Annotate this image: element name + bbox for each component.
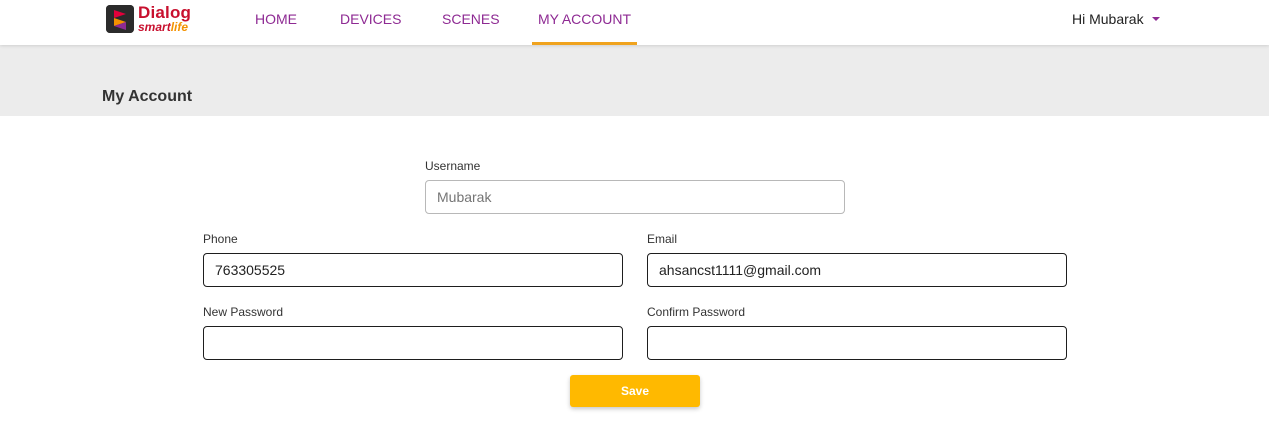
brand-name-bottom: smartlife (138, 21, 188, 34)
confirm-password-label: Confirm Password (647, 305, 746, 319)
nav-item-my-account[interactable]: MY ACCOUNT (532, 0, 637, 45)
user-menu[interactable]: Hi Mubarak (1072, 11, 1160, 29)
email-label: Email (647, 232, 678, 246)
email-field[interactable] (647, 253, 1067, 287)
new-password-label: New Password (203, 305, 284, 319)
dialog-logo-icon (106, 5, 134, 33)
top-navigation-bar: Dialog smartlife HOME DEVICES SCENES MY … (0, 0, 1269, 45)
username-label: Username (425, 159, 481, 173)
brand-name-bottom-a: smart (138, 20, 171, 34)
nav-item-devices[interactable]: DEVICES (340, 0, 401, 45)
nav-item-home[interactable]: HOME (255, 0, 297, 45)
caret-down-icon (1151, 17, 1160, 22)
phone-field[interactable] (203, 253, 623, 287)
new-password-field[interactable] (203, 326, 623, 360)
username-field[interactable] (425, 180, 845, 214)
phone-label: Phone (203, 232, 238, 246)
brand-name-top: Dialog (138, 3, 192, 22)
confirm-password-field[interactable] (647, 326, 1067, 360)
nav-item-scenes[interactable]: SCENES (442, 0, 500, 45)
save-button[interactable]: Save (570, 375, 700, 407)
user-greeting: Hi Mubarak (1072, 11, 1144, 27)
brand-name-bottom-b: life (170, 20, 189, 34)
page-title: My Account (102, 88, 193, 105)
page-header: My Account (0, 45, 1269, 116)
brand-logo[interactable]: Dialog smartlife (106, 4, 198, 36)
